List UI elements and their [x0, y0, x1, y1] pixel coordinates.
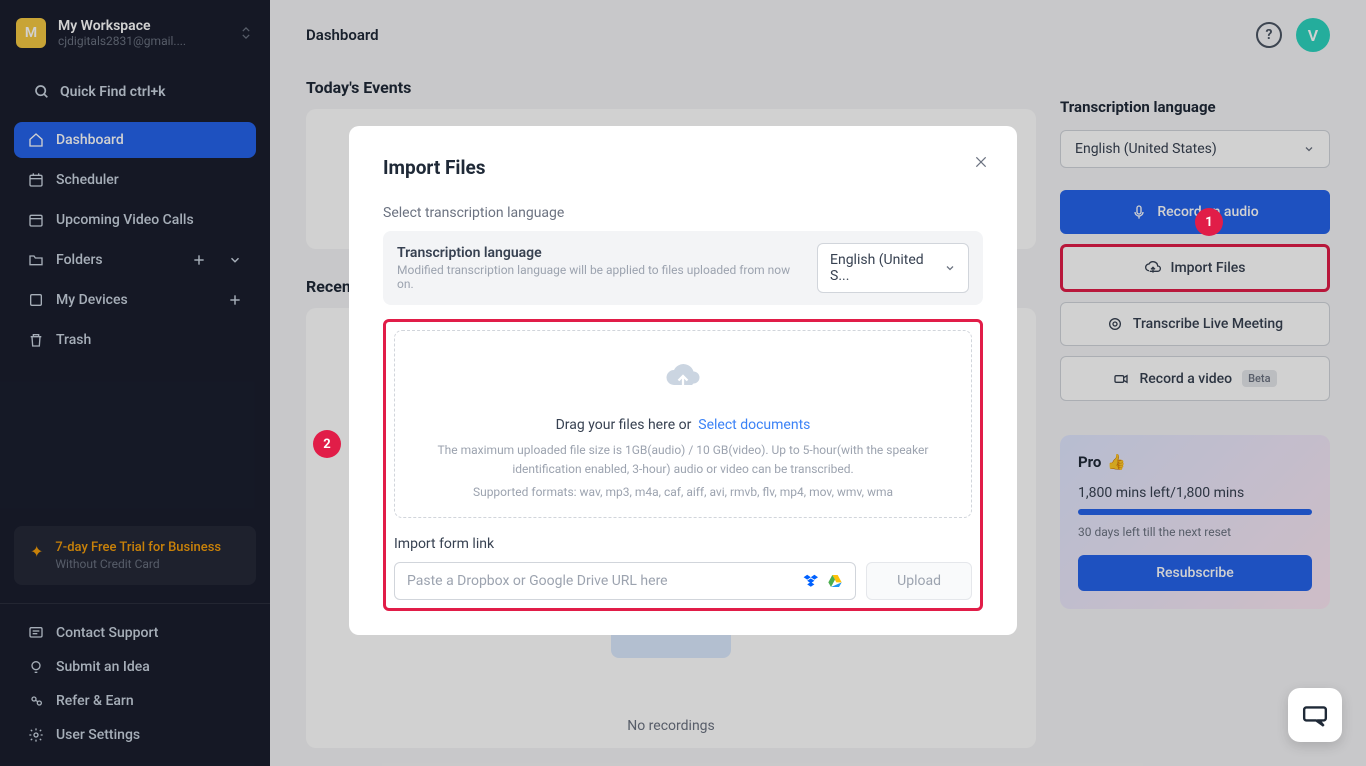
- import-link-label: Import form link: [394, 536, 972, 552]
- close-icon: [974, 155, 988, 169]
- annotation-marker-2: 2: [313, 430, 341, 458]
- modal-language-value: English (United S...: [830, 252, 934, 284]
- link-url-input[interactable]: [407, 573, 795, 589]
- drop-formats: Supported formats: wav, mp3, m4a, caf, a…: [415, 485, 951, 499]
- modal-language-row: Transcription language Modified transcri…: [383, 231, 983, 305]
- close-button[interactable]: [969, 150, 993, 174]
- link-url-input-wrap: [394, 562, 856, 600]
- cloud-upload-icon: [661, 361, 705, 397]
- modal-subtitle: Select transcription language: [383, 205, 983, 221]
- drop-description: The maximum uploaded file size is 1GB(au…: [415, 441, 951, 479]
- modal-language-select[interactable]: English (United S...: [817, 243, 969, 293]
- dropbox-icon: [803, 573, 819, 589]
- chat-bubble-icon: [1301, 702, 1329, 728]
- import-files-modal: Import Files Select transcription langua…: [349, 126, 1017, 635]
- upload-button[interactable]: Upload: [866, 562, 972, 600]
- chat-launcher[interactable]: [1288, 688, 1342, 742]
- google-drive-icon: [827, 573, 843, 589]
- modal-language-desc: Modified transcription language will be …: [397, 263, 803, 291]
- chevron-down-icon: [944, 262, 956, 274]
- drop-drag-text: Drag your files here or: [556, 417, 692, 433]
- file-dropzone[interactable]: Drag your files here or Select documents…: [394, 330, 972, 518]
- modal-title: Import Files: [383, 156, 983, 179]
- modal-language-label: Transcription language: [397, 245, 803, 261]
- upload-callout: Drag your files here or Select documents…: [383, 319, 983, 611]
- annotation-marker-1: 1: [1195, 208, 1223, 236]
- select-documents-link[interactable]: Select documents: [698, 417, 810, 433]
